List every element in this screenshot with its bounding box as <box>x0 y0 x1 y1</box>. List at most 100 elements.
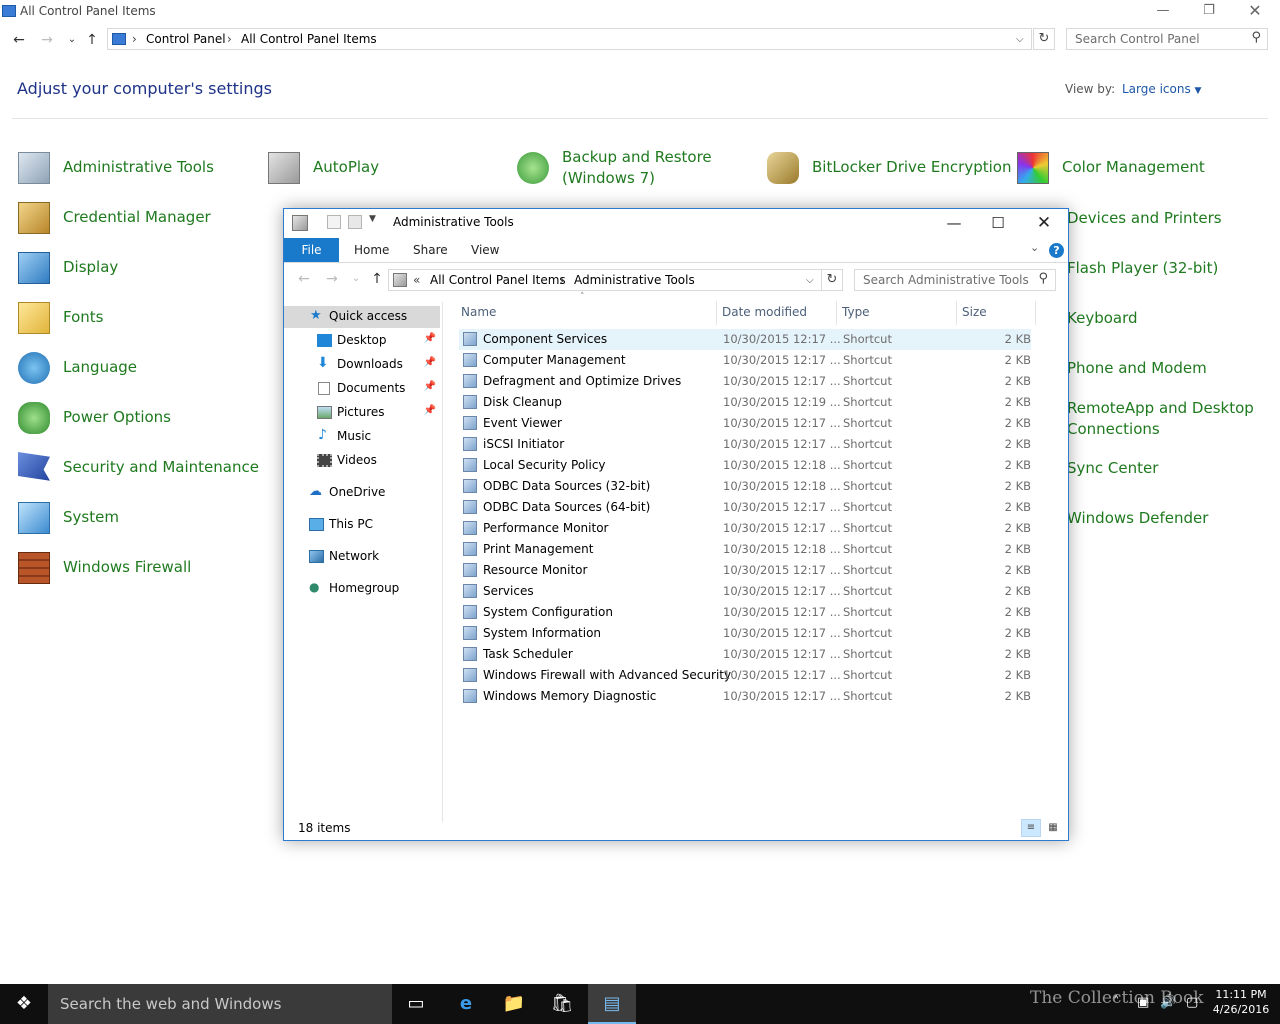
customize-qat-dropdown-icon[interactable]: ▼ <box>369 214 376 224</box>
pin-icon[interactable]: 📌 <box>424 357 436 368</box>
file-row[interactable]: Windows Memory Diagnostic 10/30/2015 12:1… <box>459 686 1031 707</box>
nav-quick-access[interactable]: ★ Quick access <box>284 306 440 328</box>
expand-ribbon-chevron-icon[interactable]: ⌄ <box>1030 241 1039 254</box>
explorer-close-button[interactable]: ✕ <box>1022 211 1066 235</box>
address-dropdown-icon[interactable]: ⌵ <box>1016 34 1024 45</box>
tab-file[interactable]: File <box>284 238 339 262</box>
forward-button[interactable]: → <box>37 30 57 50</box>
new-folder-icon[interactable] <box>348 215 362 229</box>
file-row[interactable]: Print Management 10/30/2015 12:18 ... Shor… <box>459 539 1031 560</box>
file-row[interactable]: Services 10/30/2015 12:17 ... Shortcut 2 KB <box>459 581 1031 602</box>
maximize-button[interactable]: ❐ <box>1186 0 1232 24</box>
breadcrumb-chevron-icon[interactable]: › <box>560 273 565 287</box>
tab-view[interactable]: View <box>471 243 499 257</box>
file-row[interactable]: ODBC Data Sources (64-bit) 10/30/2015 12:… <box>459 497 1031 518</box>
nav-downloads[interactable]: ⬇ Downloads 📌 <box>284 354 440 376</box>
tab-home[interactable]: Home <box>354 243 389 257</box>
task-view-icon[interactable]: ▭ <box>392 984 440 1024</box>
pin-icon[interactable]: 📌 <box>424 381 436 392</box>
properties-icon[interactable] <box>327 215 341 229</box>
tab-share[interactable]: Share <box>413 243 448 257</box>
explorer-minimize-button[interactable]: — <box>932 211 976 235</box>
file-row[interactable]: Computer Management 10/30/2015 12:17 ... S… <box>459 350 1031 371</box>
pin-icon[interactable]: 📌 <box>424 333 436 344</box>
file-row[interactable]: ODBC Data Sources (32-bit) 10/30/2015 12:… <box>459 476 1031 497</box>
explorer-forward-button[interactable]: → <box>322 269 342 289</box>
close-button[interactable]: ✕ <box>1232 0 1278 24</box>
column-divider[interactable] <box>1035 301 1036 325</box>
file-row[interactable]: Event Viewer 10/30/2015 12:17 ... Shortcut… <box>459 413 1031 434</box>
up-button[interactable]: ↑ <box>82 30 102 50</box>
nav-desktop[interactable]: Desktop 📌 <box>284 330 440 352</box>
column-date-modified[interactable]: Date modified <box>722 305 807 319</box>
breadcrumb-control-panel[interactable]: Control Panel <box>146 32 226 46</box>
explorer-up-button[interactable]: ↑ <box>367 269 387 289</box>
details-view-button[interactable]: ≡ <box>1021 819 1041 837</box>
nav-onedrive[interactable]: ☁ OneDrive <box>284 482 440 504</box>
refresh-button[interactable]: ↻ <box>1033 28 1055 50</box>
cp-item-keyboard[interactable]: Keyboard <box>1067 308 1138 329</box>
start-button[interactable]: ❖ <box>0 984 48 1024</box>
column-type[interactable]: Type <box>842 305 870 319</box>
address-bar[interactable]: › Control Panel › All Control Panel Item… <box>107 28 1032 50</box>
nav-documents[interactable]: Documents 📌 <box>284 378 440 400</box>
column-divider[interactable] <box>716 301 717 325</box>
explorer-search-input[interactable]: Search Administrative Tools ⚲ <box>854 269 1056 291</box>
clock[interactable]: 11:11 PM 4/26/2016 <box>1212 987 1270 1017</box>
file-row[interactable]: Performance Monitor 10/30/2015 12:17 ... S… <box>459 518 1031 539</box>
file-row[interactable]: Defragment and Optimize Drives 10/30/2015… <box>459 371 1031 392</box>
file-row[interactable]: System Information 10/30/2015 12:17 ... Sh… <box>459 623 1031 644</box>
overflow-breadcrumb-icon[interactable]: « <box>413 273 420 287</box>
breadcrumb-chevron-icon[interactable]: › <box>132 32 137 46</box>
file-row[interactable]: Resource Monitor 10/30/2015 12:17 ... Shor… <box>459 560 1031 581</box>
file-explorer-icon[interactable]: 📁 <box>490 984 538 1024</box>
breadcrumb-administrative-tools[interactable]: Administrative Tools <box>574 273 695 287</box>
large-icons-view-button[interactable]: ▦ <box>1043 819 1063 837</box>
column-size[interactable]: Size <box>962 305 987 319</box>
explorer-maximize-button[interactable]: ☐ <box>976 211 1020 235</box>
breadcrumb-all-items[interactable]: All Control Panel Items <box>241 32 377 46</box>
nav-pictures[interactable]: Pictures 📌 <box>284 402 440 424</box>
file-row[interactable]: iSCSI Initiator 10/30/2015 12:17 ... Short… <box>459 434 1031 455</box>
cp-item-sync-center[interactable]: Sync Center <box>1067 458 1158 479</box>
column-divider[interactable] <box>956 301 957 325</box>
cp-item-devices-printers[interactable]: Devices and Printers <box>1067 208 1222 229</box>
column-name[interactable]: Name <box>461 305 496 319</box>
help-icon[interactable]: ? <box>1049 243 1064 258</box>
control-panel-taskbar-icon[interactable]: ▤ <box>588 984 636 1024</box>
breadcrumb-chevron-icon[interactable]: › <box>227 32 232 46</box>
cp-item-flash-player[interactable]: Flash Player (32-bit) <box>1067 258 1218 279</box>
back-button[interactable]: ← <box>9 30 29 50</box>
search-input[interactable]: Search Control Panel ⚲ <box>1066 28 1268 50</box>
taskbar-search-box[interactable]: Search the web and Windows <box>48 984 392 1024</box>
nav-this-pc[interactable]: This PC <box>284 514 440 536</box>
cp-item-phone-modem[interactable]: Phone and Modem <box>1067 358 1207 379</box>
explorer-refresh-button[interactable]: ↻ <box>821 269 843 291</box>
store-icon[interactable]: 🛍 <box>538 984 586 1024</box>
file-row[interactable]: Component Services 10/30/2015 12:17 ... Sh… <box>459 329 1031 350</box>
file-row[interactable]: Task Scheduler 10/30/2015 12:17 ... Shortc… <box>459 644 1031 665</box>
nav-videos[interactable]: Videos <box>284 450 440 472</box>
file-row[interactable]: Disk Cleanup 10/30/2015 12:19 ... Shortcut… <box>459 392 1031 413</box>
explorer-back-button[interactable]: ← <box>294 269 314 289</box>
pin-icon[interactable]: 📌 <box>424 405 436 416</box>
file-name: Performance Monitor <box>483 521 609 535</box>
nav-music[interactable]: ♪ Music <box>284 426 440 448</box>
cp-item-windows-defender[interactable]: Windows Defender <box>1067 508 1208 529</box>
explorer-recent-chevron-icon[interactable]: ⌄ <box>346 269 366 289</box>
view-by-dropdown[interactable]: Large icons ▼ <box>1122 82 1201 96</box>
file-row[interactable]: Windows Firewall with Advanced Security 1… <box>459 665 1031 686</box>
recent-locations-chevron-icon[interactable]: ⌄ <box>62 30 82 50</box>
nav-network[interactable]: Network <box>284 546 440 568</box>
nav-homegroup[interactable]: ● Homegroup <box>284 578 440 600</box>
explorer-window[interactable]: ▼ Administrative Tools — ☐ ✕ File Home S… <box>283 208 1069 841</box>
address-dropdown-icon[interactable]: ⌵ <box>806 275 814 286</box>
breadcrumb-all-items[interactable]: All Control Panel Items <box>430 273 566 287</box>
explorer-address-bar[interactable]: « All Control Panel Items › Administrati… <box>388 269 822 291</box>
column-divider[interactable] <box>836 301 837 325</box>
minimize-button[interactable]: — <box>1140 0 1186 24</box>
file-row[interactable]: System Configuration 10/30/2015 12:17 ...… <box>459 602 1031 623</box>
file-row[interactable]: Local Security Policy 10/30/2015 12:18 ..… <box>459 455 1031 476</box>
cp-item-remoteapp[interactable]: RemoteApp and Desktop Connections <box>1067 398 1254 440</box>
edge-browser-icon[interactable]: e <box>442 984 490 1024</box>
